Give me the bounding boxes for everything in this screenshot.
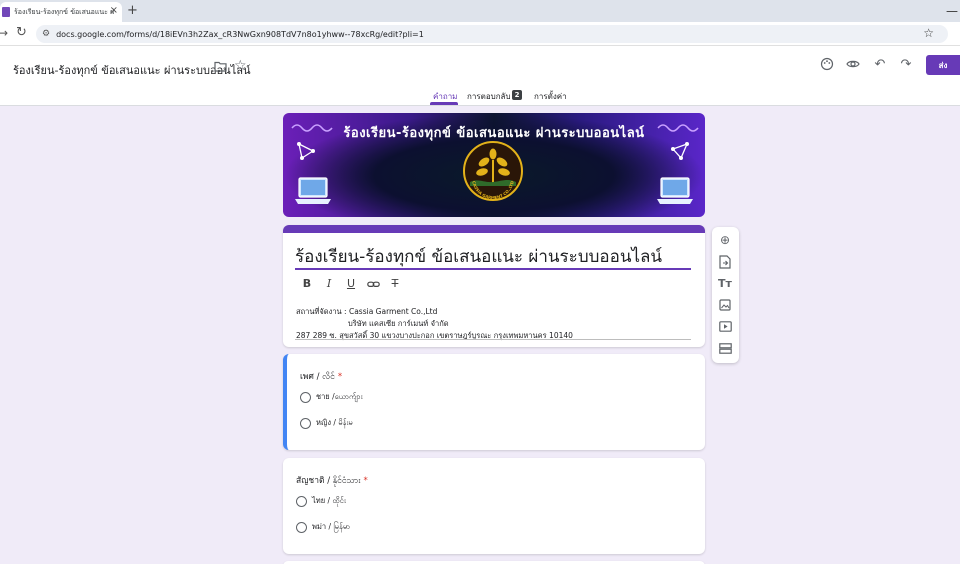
form-title-card[interactable]: ร้องเรียน-ร้องทุกข์ ข้อเสนอแนะ ผ่านระบบอ… [283,225,705,347]
radio-button[interactable] [300,417,311,429]
question-title[interactable]: เพศ / လိင် * [300,369,342,384]
description-underline [295,339,691,340]
underline-icon[interactable]: U [343,276,359,292]
responses-count-badge: 2 [512,90,522,100]
link-icon[interactable] [365,276,381,296]
add-video-icon[interactable] [718,321,732,335]
form-title[interactable]: ร้องเรียน-ร้องทุกข์ ข้อเสนอแนะ ผ่านระบบอ… [295,243,662,270]
forward-arrow-icon[interactable]: → [0,26,8,40]
url-field[interactable]: ⚙ docs.google.com/forms/d/18iEVn3h2Zax_c… [36,25,948,43]
import-questions-icon[interactable] [718,255,732,269]
laptop-icon [657,177,693,204]
clear-formatting-icon[interactable]: T [387,276,403,292]
close-icon[interactable]: × [110,5,118,17]
browser-tab-strip: ร้องเรียน-ร้องทุกข์ ข้อเสนอแนะ ผ่านระบบ … [0,0,960,22]
forms-favicon-icon [2,7,10,17]
option-thai[interactable]: ไทย / ထိုင်း [296,495,346,507]
description-line[interactable]: 287 289 ซ. สุขสวัสดิ์ 30 แขวงบางปะกอก เข… [296,330,573,342]
preview-eye-icon[interactable] [845,57,861,73]
radio-button[interactable] [296,495,307,507]
required-asterisk: * [337,372,343,382]
undo-icon[interactable]: ↶ [872,57,888,73]
new-tab-button[interactable]: + [127,3,138,19]
question-text: เพศ / လိင် [300,372,335,382]
folder-icon[interactable] [214,61,227,72]
tab-responses[interactable]: การตอบกลับ [467,90,511,103]
add-question-icon[interactable]: ⊕ [718,233,732,247]
address-bar: → ↻ ⚙ docs.google.com/forms/d/18iEVn3h2Z… [0,22,960,46]
option-male[interactable]: ชาย /ယောက်ျား [300,391,363,403]
radio-button[interactable] [296,521,307,533]
forms-header: ร้องเรียน-ร้องทุกข์ ข้อเสนอแนะ ผ่านระบบอ… [0,46,960,106]
palette-icon[interactable] [819,57,835,73]
form-tabs: คำถาม การตอบกลับ การตั้งค่า [0,88,960,106]
minimize-icon[interactable]: — [946,4,958,18]
header-banner-image[interactable]: ร้องเรียน-ร้องทุกข์ ข้อเสนอแนะ ผ่านระบบอ… [283,113,705,217]
reload-icon[interactable]: ↻ [16,25,27,40]
option-female[interactable]: หญิง / မိန်းမ [300,417,353,429]
title-underline [295,268,691,270]
description-line[interactable]: บริษัท แคสเซีย การ์เมนท์ จำกัด [348,318,449,330]
option-myanmar[interactable]: พม่า / မြန်မာ [296,521,350,533]
tab-settings[interactable]: การตั้งค่า [534,90,567,103]
add-image-icon[interactable] [718,299,732,313]
star-icon[interactable]: ☆ [234,58,247,74]
question-card-nationality[interactable]: สัญชาติ / နိုင်ငံသား * ไทย / ထိုင်း พม่า … [283,458,705,554]
question-toolbar: ⊕ Tт [712,227,739,363]
network-triangle-icon [671,142,689,160]
question-text: สัญชาติ / နိုင်ငံသား [296,476,361,486]
send-button[interactable]: ส่ง [926,55,960,75]
option-label: ไทย / ထိုင်း [312,496,346,505]
bold-icon[interactable]: B [299,276,315,292]
site-settings-icon[interactable]: ⚙ [42,29,50,39]
redo-icon[interactable]: ↷ [898,57,914,73]
required-asterisk: * [363,476,368,486]
add-section-icon[interactable] [718,343,732,357]
option-label: พม่า / မြန်မာ [312,522,351,531]
network-triangle-icon [297,142,315,160]
browser-tab[interactable]: ร้องเรียน-ร้องทุกข์ ข้อเสนอแนะ ผ่านระบบ … [0,2,122,22]
italic-icon[interactable]: I [321,276,337,292]
question-title[interactable]: สัญชาติ / နိုင်ငံသား * [296,473,368,488]
bookmark-star-icon[interactable]: ☆ [923,26,934,40]
laptop-icon [295,177,331,204]
add-title-icon[interactable]: Tт [718,277,732,291]
option-label: ชาย /ယောက်ျား [316,392,363,401]
tab-title: ร้องเรียน-ร้องทุกข์ ข้อเสนอแนะ ผ่านระบบ [14,7,114,16]
option-label: หญิง / မိန်းမ [316,418,353,427]
active-tab-indicator [430,102,458,105]
radio-button[interactable] [300,391,311,403]
company-logo: CASSIA GARMENT CO.,LTD [463,141,523,201]
question-card-gender[interactable]: เพศ / လိင် * ชาย /ယောက်ျား หญิง / မိန်းမ [283,354,705,450]
url-text: docs.google.com/forms/d/18iEVn3h2Zax_cR3… [56,29,424,39]
description-line[interactable]: สถานที่จัดงาน : Cassia Garment Co.,Ltd [296,306,437,318]
